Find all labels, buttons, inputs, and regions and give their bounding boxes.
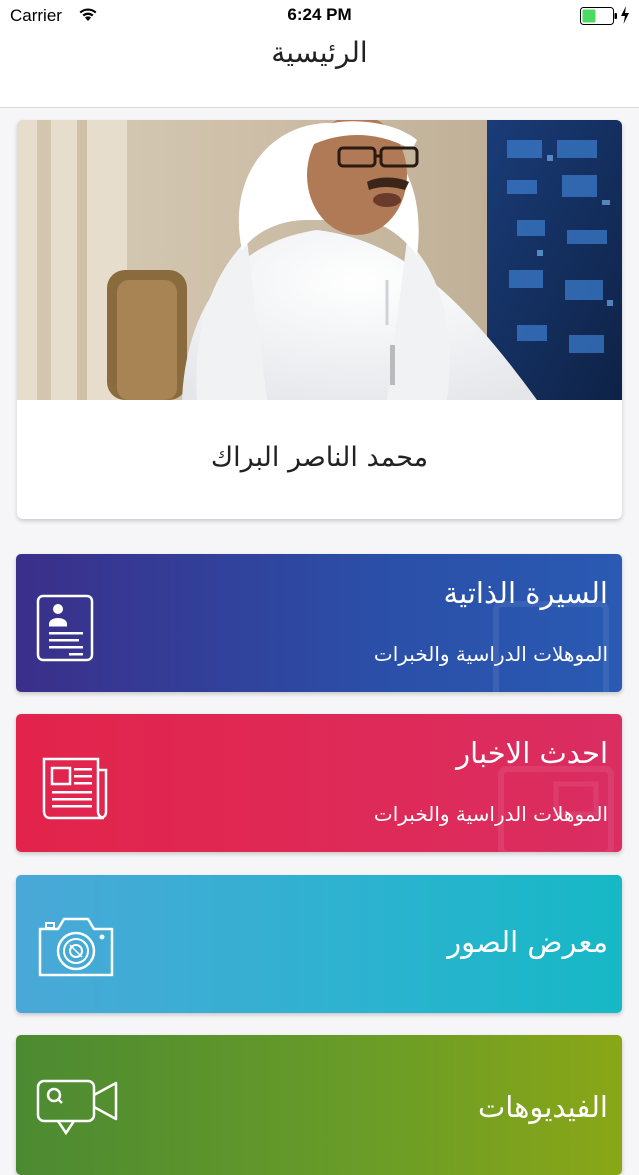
menu-card-title: احدث الاخبار [456,736,608,770]
profile-photo [17,120,622,400]
battery-icon [580,7,617,25]
menu-card-cv[interactable]: السيرة الذاتية الموهلات الدراسية والخبرا… [16,554,622,692]
menu-card-gallery[interactable]: معرض الصور [16,875,622,1013]
charging-bolt-icon [621,6,629,24]
resume-icon [36,594,94,662]
menu-card-title: السيرة الذاتية [443,576,608,610]
status-bar: Carrier 6:24 PM [0,0,639,34]
video-camera-icon [36,1079,118,1136]
page-title: الرئيسية [271,36,368,69]
status-time: 6:24 PM [287,5,352,24]
camera-icon [38,917,114,977]
newspaper-icon [42,757,108,820]
profile-name: محمد الناصر البراك [210,442,429,473]
menu-card-subtitle: الموهلات الدراسية والخبرات [373,802,608,826]
menu-card-news[interactable]: احدث الاخبار الموهلات الدراسية والخبرات [16,714,622,852]
menu-card-title: معرض الصور [447,925,608,959]
menu-card-subtitle: الموهلات الدراسية والخبرات [373,642,608,666]
menu-card-videos[interactable]: الفيديوهات [16,1035,622,1175]
profile-card[interactable]: محمد الناصر البراك [17,120,622,519]
menu-card-title: الفيديوهات [477,1090,608,1124]
navigation-bar: الرئيسية [0,34,639,108]
